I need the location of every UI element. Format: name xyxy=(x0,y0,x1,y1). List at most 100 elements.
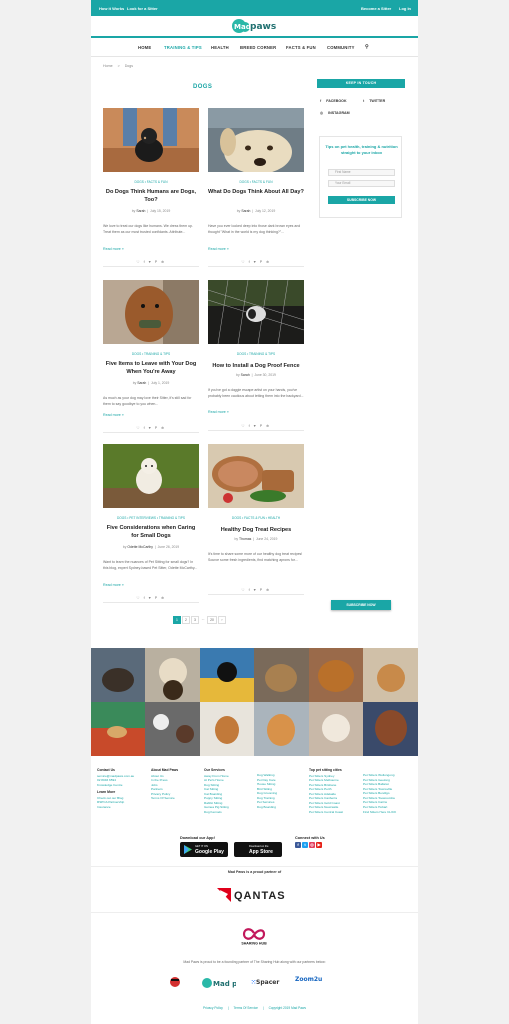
subscribe-button[interactable]: SUBSCRIBE NOW xyxy=(328,196,395,204)
share-icons[interactable]: ♡ f ♥ P ⊕ xyxy=(103,426,199,430)
gallery-photo[interactable] xyxy=(309,648,363,702)
read-more-link[interactable]: Read more » xyxy=(103,413,124,417)
footer-link[interactable]: Pet Sitters Wollongong xyxy=(363,773,396,778)
post-categories[interactable]: DOGS • TRAINING & TIPS xyxy=(208,352,304,356)
post-categories[interactable]: DOGS • FACTS & FUN xyxy=(208,180,304,184)
gallery-photo[interactable] xyxy=(145,702,200,756)
page-1-button[interactable]: 1 xyxy=(173,616,181,624)
login-link[interactable]: Log In xyxy=(399,6,411,11)
terms-of-service-link[interactable]: Terms Of Service xyxy=(234,1006,258,1010)
gallery-photo[interactable] xyxy=(200,648,254,702)
post-title[interactable]: What Do Dogs Think About All Day? xyxy=(208,188,304,196)
nav-health[interactable]: HEALTH xyxy=(211,45,229,50)
post-title[interactable]: Five Considerations when Caring for Smal… xyxy=(103,524,199,540)
page-20-button[interactable]: 20 xyxy=(207,616,217,624)
post-categories[interactable]: DOGS • FACTS & FUN • HEALTH xyxy=(208,516,304,520)
footer-link[interactable]: Pet Sitters Hobart xyxy=(363,805,396,810)
footer-link[interactable]: Dog Grooming xyxy=(257,791,277,796)
share-icons[interactable]: ♡ f ♥ P ⊕ xyxy=(103,596,199,600)
nav-breed-corner[interactable]: BREED CORNER xyxy=(240,45,276,50)
footer-link[interactable]: Dog Boarding xyxy=(257,805,277,810)
post-image[interactable] xyxy=(103,280,199,344)
footer-link[interactable]: Pet Sitters Newcastle xyxy=(309,805,343,810)
gallery-photo[interactable] xyxy=(145,648,200,702)
sharing-hub-logo[interactable]: SHARING HUB xyxy=(232,926,276,946)
privacy-policy-link[interactable]: Privacy Policy xyxy=(203,1006,223,1010)
footer-link[interactable]: Dog Kennels xyxy=(204,810,229,815)
read-more-link[interactable]: Read more » xyxy=(103,247,124,251)
post-author[interactable]: Sarah xyxy=(137,381,146,385)
qantas-logo[interactable]: QANTAS xyxy=(217,888,293,902)
first-name-input[interactable]: First Name xyxy=(328,169,395,176)
instagram-icon[interactable]: ◎ xyxy=(309,842,315,848)
youtube-icon[interactable]: ▶ xyxy=(316,842,322,848)
google-play-button[interactable]: GET IT ON Google Play xyxy=(180,842,228,857)
footer-link[interactable]: Pet Sitters Melbourne xyxy=(309,778,343,783)
page-3-button[interactable]: 3 xyxy=(191,616,199,624)
footer-link[interactable]: Knowledge Centre xyxy=(97,783,134,788)
gallery-photo[interactable] xyxy=(309,702,363,756)
share-icons[interactable]: ♡ f ♥ P ⊕ xyxy=(208,588,304,592)
post-title[interactable]: Do Dogs Think Humans are Dogs, Too? xyxy=(103,188,199,204)
nav-home[interactable]: HOME xyxy=(138,45,151,50)
gallery-photo[interactable] xyxy=(363,648,418,702)
breadcrumb-home[interactable]: Home xyxy=(103,64,113,68)
post-title[interactable]: How to Install a Dog Proof Fence xyxy=(208,362,304,370)
read-more-link[interactable]: Read more » xyxy=(103,583,124,587)
facebook-icon[interactable]: f xyxy=(295,842,301,848)
post-author[interactable]: Thomas xyxy=(239,537,251,541)
nav-facts-fun[interactable]: FACTS & FUN xyxy=(286,45,316,50)
how-it-works-link[interactable]: How it Works xyxy=(99,6,124,11)
post-image[interactable] xyxy=(103,108,199,172)
partner-logo-madpaws[interactable]: Mad paws xyxy=(202,978,253,992)
footer-link[interactable]: Pet Services xyxy=(257,800,277,805)
search-icon[interactable]: ⚲ xyxy=(365,44,369,50)
read-more-link[interactable]: Read more » xyxy=(208,410,229,414)
post-author[interactable]: Sarah xyxy=(136,209,145,213)
gallery-photo[interactable] xyxy=(91,702,145,756)
share-icons[interactable]: ♡ f ♥ P ⊕ xyxy=(103,260,199,264)
footer-link[interactable]: House Sitting xyxy=(257,782,277,787)
nav-community[interactable]: COMMUNITY xyxy=(327,45,355,50)
gallery-photo[interactable] xyxy=(254,702,309,756)
look-for-sitter-link[interactable]: Look for a Sitter xyxy=(127,6,158,11)
post-author[interactable]: Sarah xyxy=(241,209,250,213)
post-image[interactable] xyxy=(208,444,304,508)
post-categories[interactable]: DOGS • PET INTERVIEWS • TRAINING & TIPS xyxy=(103,516,199,520)
footer-link[interactable]: Insurance xyxy=(97,805,134,810)
page-2-button[interactable]: 2 xyxy=(182,616,190,624)
madpaws-logo[interactable]: Mad paws xyxy=(232,19,278,34)
post-image[interactable] xyxy=(208,108,304,172)
next-page-button[interactable]: › xyxy=(218,616,226,624)
partner-logo-spacer[interactable]: ⁙Spacer xyxy=(251,979,279,993)
subscribe-button-sticky[interactable]: SUBSCRIBE NOW xyxy=(331,600,391,610)
become-sitter-link[interactable]: Become a Sitter xyxy=(361,6,391,11)
post-author[interactable]: Sarah xyxy=(241,373,250,377)
app-store-button[interactable]: Download on the App Store xyxy=(234,842,282,857)
post-categories[interactable]: DOGS • FACTS & FUN xyxy=(103,180,199,184)
post-author[interactable]: Odette McCarthy xyxy=(127,545,153,549)
share-icons[interactable]: ♡ f ♥ P ⊕ xyxy=(208,424,304,428)
twitter-icon[interactable]: t xyxy=(302,842,308,848)
post-title[interactable]: Healthy Dog Treat Recipes xyxy=(208,526,304,534)
footer-link[interactable]: Guinea Pig Sitting xyxy=(204,805,229,810)
twitter-link[interactable]: t TWITTER xyxy=(363,99,385,103)
nav-training-tips[interactable]: TRAINING & TIPS xyxy=(164,45,202,50)
footer-link[interactable]: Pet Sitters Central Coast xyxy=(309,810,343,815)
footer-link[interactable]: Dog Walking xyxy=(257,773,277,778)
gallery-photo[interactable] xyxy=(363,702,418,756)
share-icons[interactable]: ♡ f ♥ P ⊕ xyxy=(208,260,304,264)
instagram-link[interactable]: ◎ INSTAGRAM xyxy=(320,111,350,115)
post-title[interactable]: Five Items to Leave with Your Dog When Y… xyxy=(103,360,199,376)
footer-link[interactable]: Find Sitters Here CLICK xyxy=(363,810,396,815)
footer-link[interactable]: Terms Of Service xyxy=(151,796,178,801)
gallery-photo[interactable] xyxy=(200,702,254,756)
facebook-link[interactable]: f FACEBOOK xyxy=(320,99,347,103)
email-input[interactable]: Your Email xyxy=(328,180,395,187)
partner-logo-red[interactable] xyxy=(169,976,189,990)
gallery-photo[interactable] xyxy=(254,648,309,702)
partner-logo-zoom2u[interactable]: Zoom2u xyxy=(295,976,322,990)
post-image[interactable] xyxy=(208,280,304,344)
post-image[interactable] xyxy=(103,444,199,508)
gallery-photo[interactable] xyxy=(91,648,145,702)
